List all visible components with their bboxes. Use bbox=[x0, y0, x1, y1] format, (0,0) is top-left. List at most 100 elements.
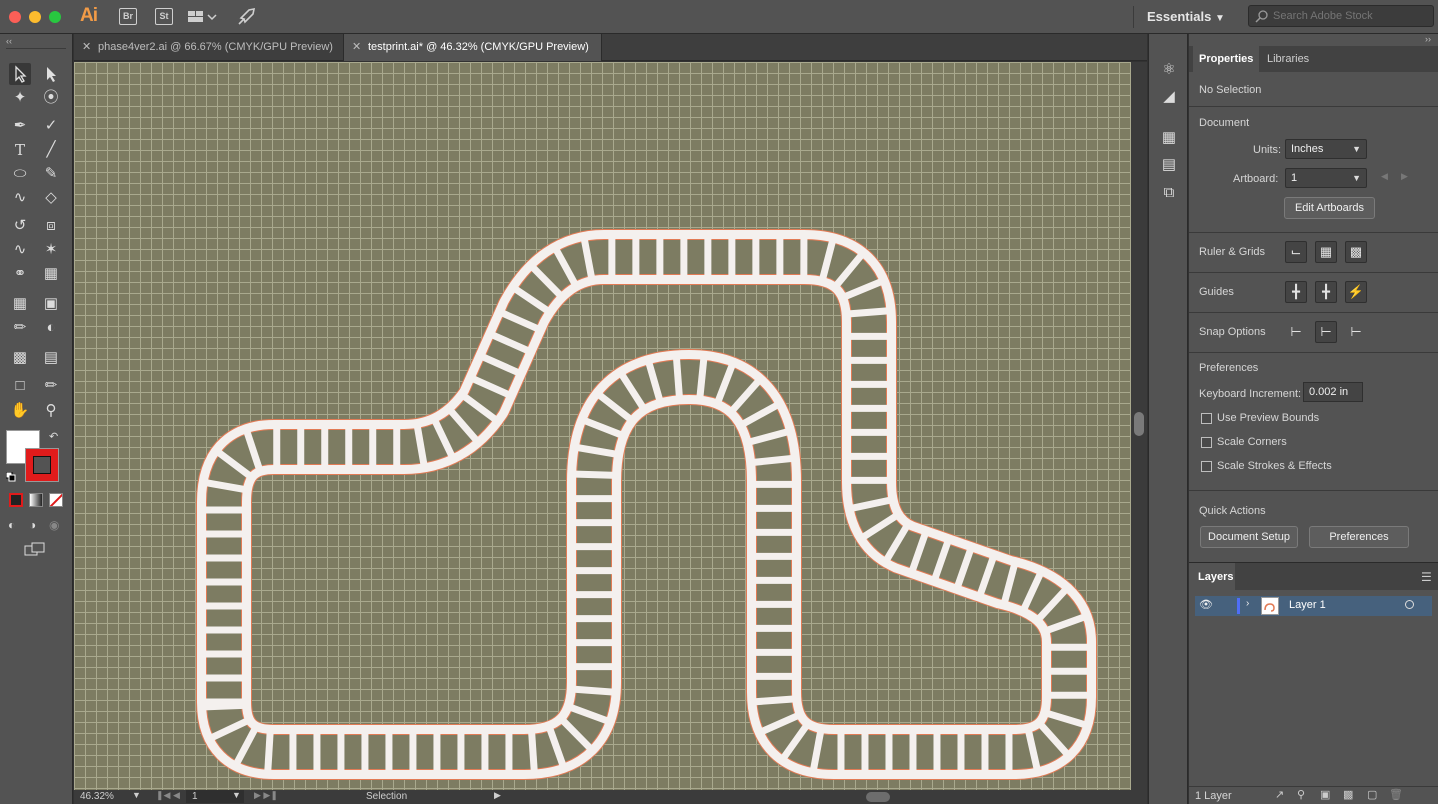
hand-tool[interactable]: ✋ bbox=[9, 400, 31, 422]
locate-object-icon[interactable]: ⚲ bbox=[1297, 788, 1305, 801]
draw-inside-icon[interactable]: ◉ bbox=[49, 518, 59, 532]
snap-to-point-icon[interactable]: ⊢ bbox=[1285, 321, 1307, 343]
artboard-canvas[interactable] bbox=[74, 62, 1131, 790]
clipping-mask-icon[interactable]: ▣ bbox=[1320, 788, 1330, 801]
collapse-panel-icon[interactable]: ‹‹ bbox=[6, 36, 12, 46]
blend-tool[interactable]: ◐ bbox=[40, 317, 62, 339]
close-icon[interactable]: ✕ bbox=[82, 34, 91, 61]
scrollbar-thumb[interactable] bbox=[1134, 412, 1144, 436]
eye-icon[interactable]: 👁 bbox=[1199, 598, 1213, 611]
status-menu-icon[interactable]: ▶ bbox=[494, 790, 501, 801]
close-icon[interactable]: ✕ bbox=[352, 34, 361, 61]
new-layer-icon[interactable]: ▢ bbox=[1367, 788, 1377, 801]
tab-testprint[interactable]: ✕ testprint.ai* @ 46.32% (CMYK/GPU Previe… bbox=[344, 34, 602, 61]
panel-menu-icon[interactable]: ›› bbox=[1425, 34, 1431, 44]
next-artboard-icon[interactable]: ▶ bbox=[1401, 171, 1408, 182]
keyboard-increment-input[interactable]: 0.002 in bbox=[1303, 382, 1363, 402]
pathfinder-icon[interactable]: ⧉ bbox=[1159, 183, 1179, 203]
edit-artboards-button[interactable]: Edit Artboards bbox=[1284, 197, 1375, 219]
draw-normal-icon[interactable]: ◐ bbox=[8, 518, 15, 532]
search-input[interactable] bbox=[1273, 9, 1429, 23]
rotate-tool[interactable]: ↺ bbox=[9, 215, 31, 237]
magic-wand-tool[interactable]: ✦ bbox=[9, 87, 31, 109]
swap-fill-stroke-icon[interactable]: ↶ bbox=[49, 430, 58, 443]
smart-guides-icon[interactable]: ⚡ bbox=[1345, 281, 1367, 303]
rulers-icon[interactable]: ⌙ bbox=[1285, 241, 1307, 263]
zoom-tool[interactable]: ⚲ bbox=[40, 400, 62, 422]
workspace-switcher[interactable]: Essentials ▼ bbox=[1147, 9, 1225, 24]
direct-selection-tool[interactable] bbox=[40, 63, 62, 85]
mesh-tool[interactable]: ▦ bbox=[9, 293, 31, 315]
arrange-documents-icon[interactable] bbox=[187, 9, 217, 25]
layer-row[interactable]: 👁 › Layer 1 bbox=[1195, 596, 1432, 616]
stroke-swatch[interactable] bbox=[25, 448, 59, 482]
grid-icon[interactable]: ▦ bbox=[1315, 241, 1337, 263]
artboard-navigator[interactable]: 1 ▼ bbox=[186, 790, 244, 803]
align-icon[interactable]: ▤ bbox=[1159, 155, 1179, 175]
chevron-down-icon[interactable]: ▼ bbox=[132, 790, 141, 800]
new-sublayer-icon[interactable]: ▩ bbox=[1343, 788, 1353, 801]
tab-properties[interactable]: Properties bbox=[1193, 46, 1260, 72]
track-artwork[interactable] bbox=[74, 62, 1131, 790]
stock-icon[interactable]: St bbox=[155, 8, 173, 25]
puppet-warp-tool[interactable]: ✶ bbox=[40, 239, 62, 261]
draw-behind-icon[interactable]: ◑ bbox=[29, 518, 36, 532]
ellipse-tool[interactable]: ⬭ bbox=[9, 163, 31, 185]
color-guide-icon[interactable]: ◢ bbox=[1159, 87, 1179, 107]
gradient-mode-icon[interactable] bbox=[29, 493, 43, 507]
color-palette-icon[interactable]: ⚛ bbox=[1159, 60, 1179, 80]
paintbrush-tool[interactable]: ✎ bbox=[40, 163, 62, 185]
chevron-right-icon[interactable]: › bbox=[1246, 598, 1249, 609]
previous-artboard-icon[interactable]: ◀ bbox=[1381, 171, 1388, 182]
transparency-grid-icon[interactable]: ▩ bbox=[1345, 241, 1367, 263]
show-guides-icon[interactable]: ╋ bbox=[1285, 281, 1307, 303]
export-icon[interactable]: ↗ bbox=[1275, 788, 1284, 801]
lock-guides-icon[interactable]: ╋ bbox=[1315, 281, 1337, 303]
selection-tool[interactable] bbox=[9, 63, 31, 85]
menu-icon[interactable]: ☰ bbox=[1421, 570, 1432, 584]
zoom-level[interactable]: 46.32% bbox=[80, 791, 114, 802]
shaper-tool[interactable]: ∿ bbox=[9, 187, 31, 209]
slice-tool[interactable]: ✏ bbox=[40, 375, 62, 397]
gradient-tool[interactable]: ▣ bbox=[40, 293, 62, 315]
screen-mode-icon[interactable] bbox=[24, 541, 46, 557]
horizontal-scroll-thumb[interactable] bbox=[866, 792, 890, 802]
type-tool[interactable]: T bbox=[9, 139, 31, 161]
eraser-tool[interactable]: ◇ bbox=[40, 187, 62, 209]
artboard-dropdown[interactable]: 1 ▼ bbox=[1285, 168, 1367, 188]
next-artboard-icon[interactable]: ▶ ▶❚ bbox=[254, 790, 278, 801]
close-window-button[interactable] bbox=[9, 11, 21, 23]
snap-to-pixel-icon[interactable]: ⊢ bbox=[1345, 321, 1367, 343]
snap-to-grid-icon[interactable]: ⊢ bbox=[1315, 321, 1337, 343]
none-mode-icon[interactable] bbox=[49, 493, 63, 507]
search-stock[interactable] bbox=[1248, 5, 1434, 27]
pen-tool[interactable]: ✒ bbox=[9, 115, 31, 137]
target-icon[interactable] bbox=[1405, 600, 1414, 609]
column-graph-tool[interactable]: ▤ bbox=[40, 347, 62, 369]
scale-corners-checkbox[interactable] bbox=[1201, 437, 1212, 448]
warp-tool[interactable]: ∿ bbox=[9, 239, 31, 261]
bridge-icon[interactable]: Br bbox=[119, 8, 137, 25]
publish-rocket-icon[interactable] bbox=[235, 6, 257, 28]
color-mode-icon[interactable] bbox=[9, 493, 23, 507]
tab-phase4ver2[interactable]: ✕ phase4ver2.ai @ 66.67% (CMYK/GPU Previe… bbox=[74, 34, 344, 61]
default-colors-icon[interactable] bbox=[5, 471, 16, 482]
scale-tool[interactable]: ⧈ bbox=[40, 215, 62, 237]
eyedropper-tool[interactable]: ✏ bbox=[9, 317, 31, 339]
perspective-grid-tool[interactable]: ▦ bbox=[40, 263, 62, 285]
vertical-scrollbar[interactable] bbox=[1131, 62, 1147, 790]
transform-icon[interactable]: ▦ bbox=[1159, 128, 1179, 148]
document-setup-button[interactable]: Document Setup bbox=[1200, 526, 1298, 548]
preferences-button[interactable]: Preferences bbox=[1309, 526, 1409, 548]
lasso-tool[interactable]: ⦿ bbox=[40, 87, 62, 109]
zoom-window-button[interactable] bbox=[49, 11, 61, 23]
line-segment-tool[interactable]: ╱ bbox=[40, 139, 62, 161]
scale-strokes-checkbox[interactable] bbox=[1201, 461, 1212, 472]
symbol-sprayer-tool[interactable]: ▩ bbox=[9, 347, 31, 369]
use-preview-bounds-checkbox[interactable] bbox=[1201, 413, 1212, 424]
curvature-tool[interactable]: ✓ bbox=[40, 115, 62, 137]
shape-builder-tool[interactable]: ⚭ bbox=[9, 263, 31, 285]
units-dropdown[interactable]: Inches ▼ bbox=[1285, 139, 1367, 159]
tab-libraries[interactable]: Libraries bbox=[1261, 46, 1316, 72]
first-artboard-icon[interactable]: ❚◀ ◀ bbox=[156, 790, 180, 801]
